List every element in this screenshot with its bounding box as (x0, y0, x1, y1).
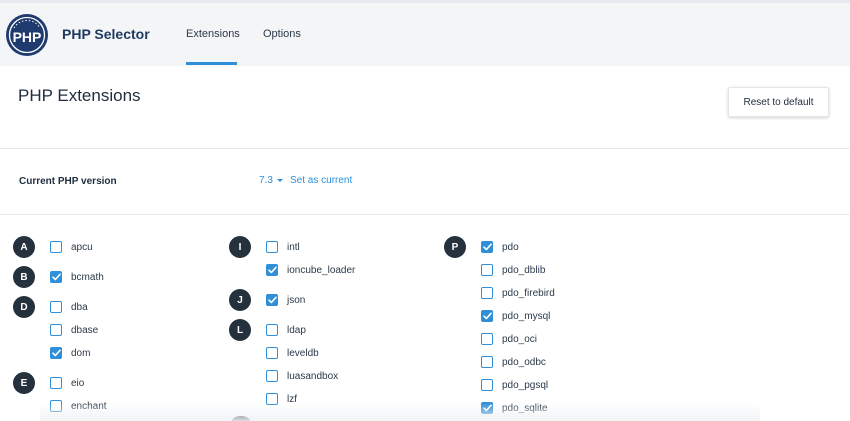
extension-label: dbase (71, 324, 99, 336)
extension-checkbox[interactable] (50, 324, 62, 336)
reset-to-default-button[interactable]: Reset to default (728, 87, 829, 117)
extension-label: ioncube_loader (287, 264, 356, 276)
letter-badge-e: E (13, 372, 35, 394)
extension-pdo-oci[interactable]: pdo_oci (481, 332, 537, 346)
extension-label: pdo_odbc (502, 356, 546, 368)
php-version-dropdown[interactable]: 7.3 (259, 175, 283, 186)
extension-checkbox[interactable] (266, 241, 278, 253)
divider (0, 214, 850, 215)
page-title: PHP Extensions (18, 86, 141, 105)
extension-checkbox[interactable] (50, 347, 62, 359)
extension-checkbox[interactable] (266, 347, 278, 359)
letter-badge-i: I (229, 236, 251, 258)
extension-apcu[interactable]: apcu (50, 240, 93, 254)
extension-checkbox[interactable] (481, 310, 493, 322)
extension-pdo-pgsql[interactable]: pdo_pgsql (481, 378, 548, 392)
extension-checkbox[interactable] (481, 287, 493, 299)
extension-checkbox[interactable] (50, 301, 62, 313)
extension-checkbox[interactable] (50, 377, 62, 389)
letter-badge-j: J (229, 289, 251, 311)
letter-badge-d: D (13, 296, 35, 318)
extension-pdo-dblib[interactable]: pdo_dblib (481, 263, 545, 277)
active-tab-indicator (186, 62, 237, 65)
app-header: PHP PHP Selector Extensions Options (0, 3, 850, 66)
extension-label: pdo_oci (502, 333, 538, 345)
extension-checkbox[interactable] (481, 356, 493, 368)
extension-label: pdo_dblib (502, 264, 546, 276)
divider (0, 148, 850, 149)
extension-label: intl (287, 241, 300, 253)
extension-checkbox[interactable] (266, 324, 278, 336)
checkmark-icon (267, 296, 277, 304)
extension-pdo-odbc[interactable]: pdo_odbc (481, 355, 546, 369)
php-version-value: 7.3 (259, 175, 273, 186)
extension-label: pdo_pgsql (502, 379, 549, 391)
checkmark-icon (482, 312, 492, 320)
letter-badge-b: B (13, 266, 35, 288)
tab-options[interactable]: Options (263, 28, 301, 40)
extension-label: apcu (71, 241, 93, 253)
extension-label: eio (71, 377, 85, 389)
extension-label: ldap (287, 324, 306, 336)
tab-extensions[interactable]: Extensions (186, 28, 240, 40)
php-logo-icon: PHP (6, 14, 48, 56)
extension-checkbox[interactable] (481, 333, 493, 345)
extension-label: luasandbox (287, 370, 339, 382)
extension-checkbox[interactable] (50, 241, 62, 253)
extension-label: pdo_firebird (502, 287, 555, 299)
logo-text: PHP (13, 29, 42, 45)
extension-json[interactable]: json (266, 293, 305, 307)
extension-ioncube-loader[interactable]: ioncube_loader (266, 263, 355, 277)
checkmark-icon (482, 243, 492, 251)
extension-dbase[interactable]: dbase (50, 323, 98, 337)
extension-ldap[interactable]: ldap (266, 323, 306, 337)
extension-label: dba (71, 301, 88, 313)
extension-checkbox[interactable] (266, 294, 278, 306)
extension-label: pdo (502, 241, 519, 253)
extension-label: bcmath (71, 271, 104, 283)
app-title: PHP Selector (62, 26, 150, 42)
extension-dba[interactable]: dba (50, 300, 88, 314)
extension-bcmath[interactable]: bcmath (50, 270, 104, 284)
extension-label: pdo_mysql (502, 310, 551, 322)
letter-badge-p: P (444, 236, 466, 258)
extension-checkbox[interactable] (481, 264, 493, 276)
extension-label: leveldb (287, 347, 319, 359)
checkmark-icon (267, 266, 277, 274)
letter-badge-a: A (13, 236, 35, 258)
extension-dom[interactable]: dom (50, 346, 90, 360)
extension-checkbox[interactable] (266, 370, 278, 382)
extension-intl[interactable]: intl (266, 240, 300, 254)
letter-badge-l: L (229, 319, 251, 341)
extension-pdo-firebird[interactable]: pdo_firebird (481, 286, 555, 300)
checkmark-icon (51, 273, 61, 281)
extension-pdo-mysql[interactable]: pdo_mysql (481, 309, 550, 323)
extension-leveldb[interactable]: leveldb (266, 346, 319, 360)
extension-checkbox[interactable] (266, 264, 278, 276)
extension-pdo[interactable]: pdo (481, 240, 519, 254)
extension-checkbox[interactable] (50, 271, 62, 283)
extension-label: json (287, 294, 306, 306)
caret-down-icon (276, 178, 283, 182)
current-php-version-label: Current PHP version (19, 176, 117, 187)
extension-checkbox[interactable] (481, 379, 493, 391)
extension-eio[interactable]: eio (50, 376, 84, 390)
extension-checkbox[interactable] (481, 241, 493, 253)
set-as-current-link[interactable]: Set as current (290, 175, 352, 186)
bottom-overlay (40, 403, 760, 421)
checkmark-icon (51, 349, 61, 357)
extension-label: dom (71, 347, 91, 359)
extension-luasandbox[interactable]: luasandbox (266, 369, 338, 383)
